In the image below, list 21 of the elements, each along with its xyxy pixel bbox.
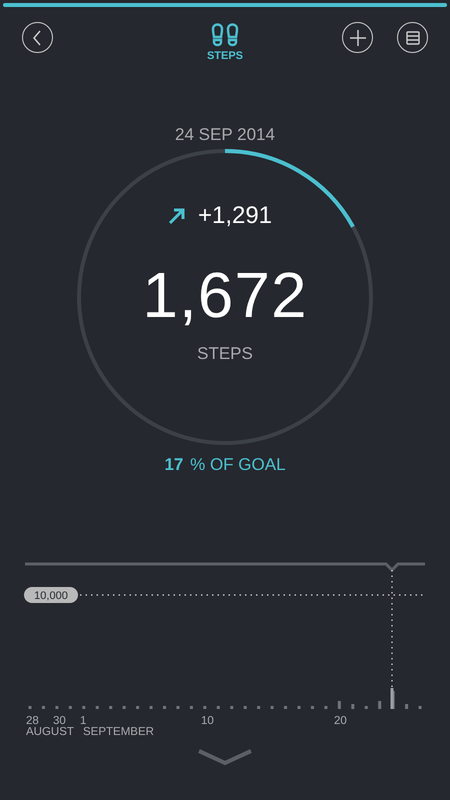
day-label: 10: [201, 715, 214, 727]
date-label: 24 SEP 2014: [175, 125, 275, 145]
arrow-up-right-icon: [168, 207, 186, 225]
month-label: SEPTEMBER: [83, 726, 154, 738]
goal-percentage: 17 % OF GOAL: [164, 455, 286, 475]
goal-pill: 10,000: [24, 587, 78, 603]
steps-unit: STEPS: [197, 344, 253, 364]
day-label: 1: [80, 715, 86, 727]
day-label: 30: [53, 715, 66, 727]
day-label: 20: [334, 715, 347, 727]
back-button[interactable]: [22, 22, 53, 53]
footprints-icon: [210, 21, 240, 47]
step-change: +1,291: [198, 202, 272, 230]
month-label: AUGUST: [26, 726, 74, 738]
step-count: 1,672: [142, 258, 308, 332]
list-button[interactable]: [397, 22, 428, 53]
add-button[interactable]: [342, 22, 373, 53]
plus-icon: [348, 28, 366, 46]
screen-title: STEPS: [206, 50, 244, 62]
list-icon: [406, 30, 420, 44]
day-label: 28: [26, 715, 39, 727]
